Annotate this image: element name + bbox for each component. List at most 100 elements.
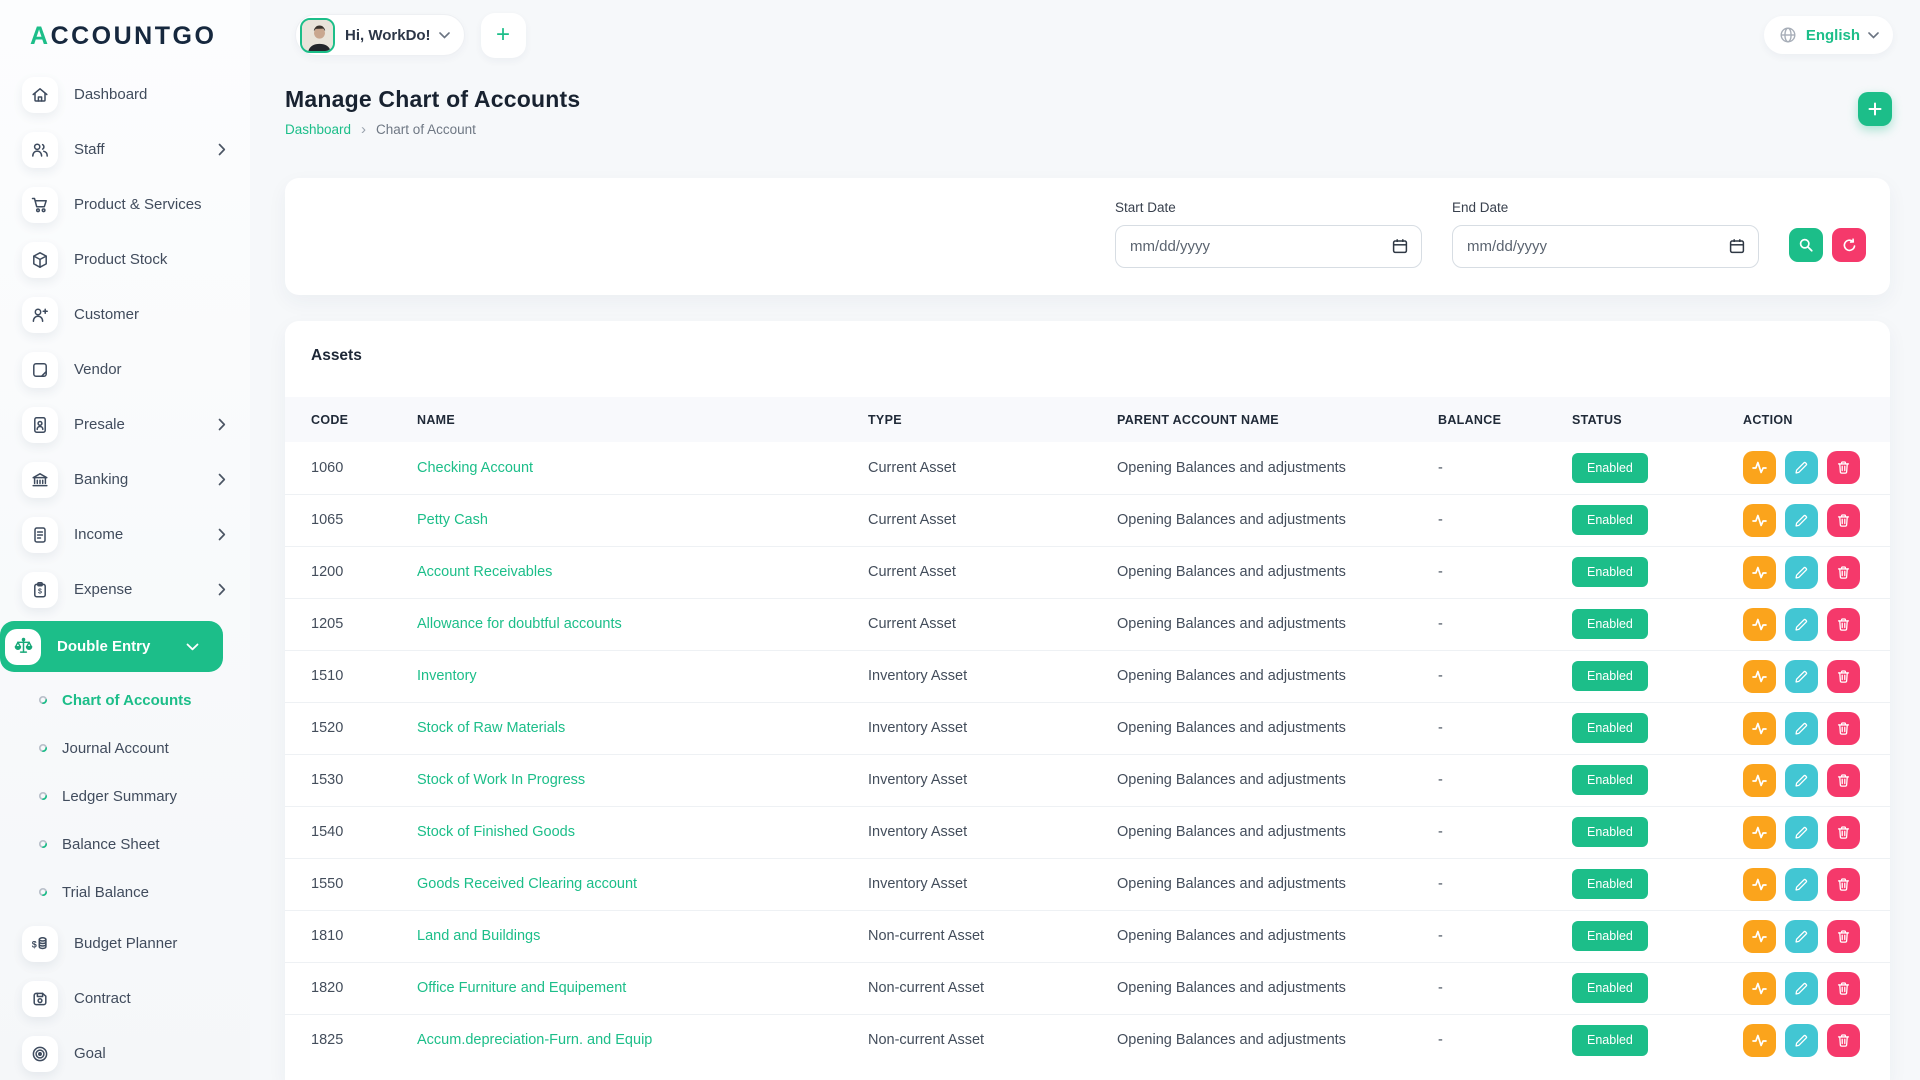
app-logo[interactable]: ACCOUNTGO (0, 0, 250, 51)
activity-button[interactable] (1743, 451, 1776, 485)
calendar-icon[interactable] (1390, 236, 1410, 261)
status-badge: Enabled (1572, 556, 1648, 588)
sidebar-subitem-trial-balance[interactable]: Trial Balance (0, 868, 250, 916)
user-menu[interactable]: Hi, WorkDo! (295, 14, 465, 56)
activity-button[interactable] (1743, 607, 1776, 641)
delete-button[interactable] (1827, 763, 1860, 797)
delete-button[interactable] (1827, 555, 1860, 589)
calendar-icon[interactable] (1727, 236, 1747, 261)
edit-button[interactable] (1785, 763, 1818, 797)
account-name-link[interactable]: Allowance for doubtful accounts (417, 616, 622, 632)
status-badge: Enabled (1572, 712, 1648, 744)
sidebar-subitem-chart-of-accounts[interactable]: Chart of Accounts (0, 676, 250, 724)
sidebar-subitem-balance-sheet[interactable]: Balance Sheet (0, 820, 250, 868)
delete-button[interactable] (1827, 503, 1860, 537)
reset-button[interactable] (1832, 228, 1866, 262)
activity-button[interactable] (1743, 555, 1776, 589)
status-badge: Enabled (1572, 868, 1648, 900)
edit-button[interactable] (1785, 555, 1818, 589)
cell-code: 1820 (285, 961, 417, 1014)
cell-code: 1510 (285, 649, 417, 702)
delete-button[interactable] (1827, 919, 1860, 953)
sidebar-item-product-services[interactable]: Product & Services (0, 177, 250, 232)
delete-button[interactable] (1827, 711, 1860, 745)
delete-button[interactable] (1827, 451, 1860, 485)
delete-button[interactable] (1827, 607, 1860, 641)
language-selector[interactable]: English (1763, 16, 1893, 54)
table-row: 1550 Goods Received Clearing account Inv… (285, 857, 1890, 910)
activity-button[interactable] (1743, 815, 1776, 849)
column-header: TYPE (868, 412, 902, 427)
account-name-link[interactable]: Land and Buildings (417, 928, 540, 944)
activity-button[interactable] (1743, 971, 1776, 1005)
edit-button[interactable] (1785, 451, 1818, 485)
status-badge: Enabled (1572, 920, 1648, 952)
quick-add-button[interactable]: + (480, 12, 526, 58)
sidebar-item-product-stock[interactable]: Product Stock (0, 232, 250, 287)
activity-button[interactable] (1743, 711, 1776, 745)
edit-button[interactable] (1785, 867, 1818, 901)
edit-button[interactable] (1785, 919, 1818, 953)
filter-panel: Start Date End Date (285, 178, 1890, 295)
sidebar-item-double-entry[interactable]: Double Entry (0, 621, 223, 672)
row-actions (1743, 711, 1882, 745)
account-name-link[interactable]: Account Receivables (417, 564, 552, 580)
sidebar-item-expense[interactable]: $ Expense (0, 562, 250, 617)
account-name-link[interactable]: Accum.depreciation-Furn. and Equip (417, 1032, 652, 1048)
chevron-right-icon (218, 528, 226, 541)
account-name-link[interactable]: Office Furniture and Equipement (417, 980, 626, 996)
account-name-link[interactable]: Stock of Finished Goods (417, 824, 575, 840)
status-badge: Enabled (1572, 1025, 1648, 1056)
activity-button[interactable] (1743, 1023, 1776, 1057)
account-name-link[interactable]: Checking Account (417, 460, 533, 476)
account-name-link[interactable]: Goods Received Clearing account (417, 876, 637, 892)
topbar: Hi, WorkDo! + English (285, 0, 1893, 70)
sidebar-item-presale[interactable]: Presale (0, 397, 250, 452)
activity-button[interactable] (1743, 659, 1776, 693)
end-date-input[interactable] (1452, 225, 1759, 268)
end-date-field: End Date (1452, 200, 1759, 295)
account-name-link[interactable]: Stock of Work In Progress (417, 772, 585, 788)
edit-button[interactable] (1785, 659, 1818, 693)
delete-button[interactable] (1827, 867, 1860, 901)
account-name-link[interactable]: Petty Cash (417, 512, 488, 528)
activity-button[interactable] (1743, 867, 1776, 901)
sidebar-item-banking[interactable]: Banking (0, 452, 250, 507)
delete-button[interactable] (1827, 1023, 1860, 1057)
create-account-button[interactable] (1858, 92, 1892, 126)
edit-button[interactable] (1785, 607, 1818, 641)
sidebar-item-goal[interactable]: Goal (0, 1026, 250, 1080)
bullet-icon (38, 839, 48, 849)
cell-parent: Opening Balances and adjustments (1117, 857, 1438, 910)
activity-button[interactable] (1743, 919, 1776, 953)
edit-button[interactable] (1785, 815, 1818, 849)
refresh-icon (1843, 237, 1855, 251)
sidebar-subitem-journal-account[interactable]: Journal Account (0, 724, 250, 772)
sidebar-item-budget-planner[interactable]: $ Budget Planner (0, 916, 250, 971)
activity-button[interactable] (1743, 763, 1776, 797)
start-date-input[interactable] (1115, 225, 1422, 268)
account-name-link[interactable]: Stock of Raw Materials (417, 720, 565, 736)
sidebar-subitem-ledger-summary[interactable]: Ledger Summary (0, 772, 250, 820)
activity-button[interactable] (1743, 503, 1776, 537)
breadcrumb-dashboard-link[interactable]: Dashboard (285, 122, 351, 137)
edit-button[interactable] (1785, 711, 1818, 745)
delete-button[interactable] (1827, 815, 1860, 849)
row-actions (1743, 815, 1882, 849)
sidebar-item-staff[interactable]: Staff (0, 122, 250, 177)
sidebar-item-contract[interactable]: Contract (0, 971, 250, 1026)
sidebar-item-income[interactable]: Income (0, 507, 250, 562)
cell-parent: Opening Balances and adjustments (1117, 649, 1438, 702)
edit-button[interactable] (1785, 1023, 1818, 1057)
delete-button[interactable] (1827, 971, 1860, 1005)
sidebar-item-vendor[interactable]: Vendor (0, 342, 250, 397)
delete-button[interactable] (1827, 659, 1860, 693)
edit-button[interactable] (1785, 503, 1818, 537)
cell-code: 1520 (285, 701, 417, 754)
account-name-link[interactable]: Inventory (417, 668, 477, 684)
search-button[interactable] (1789, 228, 1823, 262)
sidebar-item-customer[interactable]: Customer (0, 287, 250, 342)
edit-button[interactable] (1785, 971, 1818, 1005)
sidebar-item-dashboard[interactable]: Dashboard (0, 67, 250, 122)
cell-balance: - (1438, 1013, 1572, 1066)
